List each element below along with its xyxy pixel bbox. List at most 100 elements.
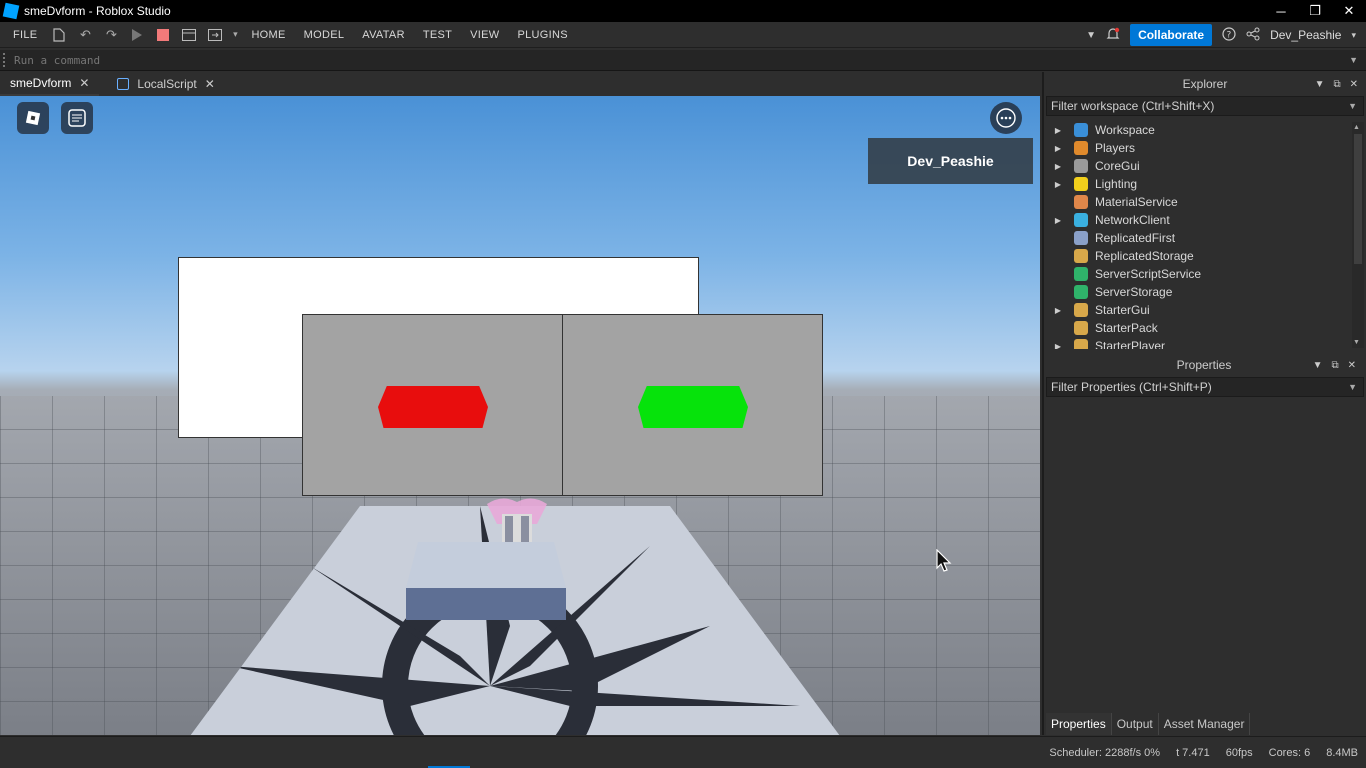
menu-bar: FILE ↶ ↷ ▾ HOME MODEL AVATAR TEST VIEW P…	[0, 22, 1366, 48]
maximize-button[interactable]: ❐	[1298, 0, 1332, 22]
panel-dropdown-icon[interactable]: ▼	[1315, 79, 1325, 90]
scheduler-stat: Scheduler: 2288f/s 0%	[1049, 746, 1161, 759]
undock-icon[interactable]: ⧉	[1331, 360, 1338, 371]
menu-tab-avatar[interactable]: AVATAR	[353, 29, 414, 41]
window-icon	[1074, 159, 1088, 173]
properties-list	[1046, 402, 1364, 712]
undo-icon[interactable]: ↶	[72, 27, 98, 43]
memory-stat: 8.4MB	[1326, 746, 1358, 759]
scroll-up-icon[interactable]: ▲	[1353, 124, 1360, 131]
tab-output[interactable]: Output	[1112, 713, 1159, 735]
command-history-dropdown-icon[interactable]: ▼	[1349, 55, 1358, 65]
starter-player-icon	[1074, 339, 1088, 349]
help-icon[interactable]: ?	[1222, 26, 1236, 44]
close-panel-icon[interactable]: ✕	[1350, 79, 1358, 90]
stop-icon[interactable]	[150, 28, 176, 41]
ellipsis-icon	[996, 108, 1016, 128]
3d-viewport[interactable]: Dev_Peashie	[0, 96, 1040, 735]
publish-icon[interactable]	[202, 28, 228, 41]
filter-dropdown-icon[interactable]: ▼	[1348, 382, 1357, 392]
tab-properties[interactable]: Properties	[1046, 713, 1112, 735]
undock-icon[interactable]: ⧉	[1333, 79, 1340, 90]
explorer-item-starterplayer[interactable]: ▶ StarterPlayer	[1046, 337, 1352, 349]
expand-arrow-icon[interactable]: ▶	[1050, 126, 1066, 135]
explorer-item-lighting[interactable]: ▶ Lighting	[1046, 175, 1352, 193]
explorer-item-coregui[interactable]: ▶ CoreGui	[1046, 157, 1352, 175]
properties-header: Properties ▼ ⧉ ✕	[1044, 353, 1364, 377]
panel-dropdown-icon[interactable]: ▼	[1313, 360, 1323, 371]
menu-tab-model[interactable]: MODEL	[295, 29, 354, 41]
layout-icon[interactable]	[176, 28, 202, 41]
tab-asset-manager[interactable]: Asset Manager	[1159, 713, 1251, 735]
explorer-item-serverstorage[interactable]: ServerStorage	[1046, 283, 1352, 301]
expand-arrow-icon[interactable]: ▶	[1050, 162, 1066, 171]
close-panel-icon[interactable]: ✕	[1348, 360, 1356, 371]
expand-arrow-icon[interactable]: ▶	[1050, 216, 1066, 225]
account-dropdown-icon[interactable]: ▾	[1351, 30, 1356, 41]
explorer-item-materialservice[interactable]: MaterialService	[1046, 193, 1352, 211]
cores-stat: Cores: 6	[1268, 746, 1311, 759]
redo-icon[interactable]: ↷	[98, 27, 124, 43]
notification-bell-icon[interactable]	[1106, 27, 1120, 44]
expand-arrow-icon[interactable]: ▶	[1050, 144, 1066, 153]
minimize-button[interactable]: ─	[1264, 0, 1298, 22]
menu-tab-view[interactable]: VIEW	[461, 29, 508, 41]
time-stat: t 7.471	[1176, 746, 1210, 759]
document-tabs: smeDvform ✕ LocalScript ✕	[0, 72, 1040, 96]
title-bar: smeDvform - Roblox Studio ─ ❐ ✕	[0, 0, 1366, 22]
explorer-item-workspace[interactable]: ▶ Workspace	[1046, 121, 1352, 139]
menu-tab-plugins[interactable]: PLUGINS	[508, 29, 576, 41]
roblox-studio-logo-icon	[2, 2, 20, 20]
red-hex-button[interactable]	[378, 386, 488, 428]
properties-filter-input[interactable]: Filter Properties (Ctrl+Shift+P) ▼	[1046, 377, 1364, 397]
explorer-item-serverscriptservice[interactable]: ServerScriptService	[1046, 265, 1352, 283]
tab-localscript[interactable]: LocalScript ✕	[107, 72, 224, 96]
explorer-scrollbar[interactable]: ▲ ▼	[1352, 122, 1364, 348]
explorer-item-label: StarterPlayer	[1095, 339, 1166, 349]
menu-tab-test[interactable]: TEST	[414, 29, 461, 41]
explorer-item-label: ServerStorage	[1095, 285, 1173, 299]
more-options-button[interactable]	[990, 102, 1022, 134]
new-file-icon[interactable]	[46, 27, 72, 42]
expand-arrow-icon[interactable]: ▶	[1050, 180, 1066, 189]
explorer-item-networkclient[interactable]: ▶ NetworkClient	[1046, 211, 1352, 229]
explorer-item-replicatedstorage[interactable]: ReplicatedStorage	[1046, 247, 1352, 265]
play-icon[interactable]	[124, 28, 150, 42]
explorer-item-label: StarterGui	[1095, 303, 1150, 317]
filter-dropdown-icon[interactable]: ▼	[1348, 101, 1357, 111]
close-window-button[interactable]: ✕	[1332, 0, 1366, 22]
user-account-menu[interactable]: Dev_Peashie	[1270, 28, 1341, 42]
explorer-item-players[interactable]: ▶ Players	[1046, 139, 1352, 157]
command-bar-grip[interactable]	[3, 53, 6, 67]
file-menu[interactable]: FILE	[4, 29, 46, 41]
player-list-entry[interactable]: Dev_Peashie	[868, 138, 1033, 184]
expand-arrow-icon[interactable]: ▶	[1050, 342, 1066, 350]
explorer-filter-input[interactable]: Filter workspace (Ctrl+Shift+X) ▼	[1046, 96, 1364, 116]
tab-place-smedvform[interactable]: smeDvform ✕	[0, 72, 100, 96]
chat-icon	[68, 109, 86, 127]
green-hex-button[interactable]	[638, 386, 748, 428]
explorer-item-label: StarterPack	[1095, 321, 1158, 335]
share-icon[interactable]	[1246, 27, 1260, 44]
roblox-menu-button[interactable]	[17, 102, 49, 134]
close-tab-icon[interactable]: ✕	[79, 76, 89, 90]
command-bar: ▼	[0, 50, 1366, 71]
menu-tab-home[interactable]: HOME	[242, 29, 294, 41]
explorer-item-startergui[interactable]: ▶ StarterGui	[1046, 301, 1352, 319]
scroll-down-icon[interactable]: ▼	[1353, 339, 1360, 346]
starter-gui-icon	[1074, 303, 1088, 317]
expand-arrow-icon[interactable]: ▶	[1050, 306, 1066, 315]
status-bar: Scheduler: 2288f/s 0% t 7.471 60fps Core…	[0, 736, 1366, 768]
quick-access-dropdown-icon[interactable]: ▾	[228, 29, 242, 40]
explorer-item-replicatedfirst[interactable]: ReplicatedFirst	[1046, 229, 1352, 247]
explorer-item-starterpack[interactable]: StarterPack	[1046, 319, 1352, 337]
close-tab-icon[interactable]: ✕	[205, 77, 215, 91]
window-controls: ─ ❐ ✕	[1264, 0, 1366, 22]
chat-button[interactable]	[61, 102, 93, 134]
scroll-thumb[interactable]	[1354, 134, 1362, 264]
collaborate-button[interactable]: Collaborate	[1130, 24, 1213, 46]
command-input[interactable]	[14, 53, 1334, 67]
chevron-down-icon[interactable]: ▼	[1086, 30, 1096, 41]
spawn-platform-block	[406, 542, 566, 620]
gui-grey-frame-right	[562, 314, 823, 496]
